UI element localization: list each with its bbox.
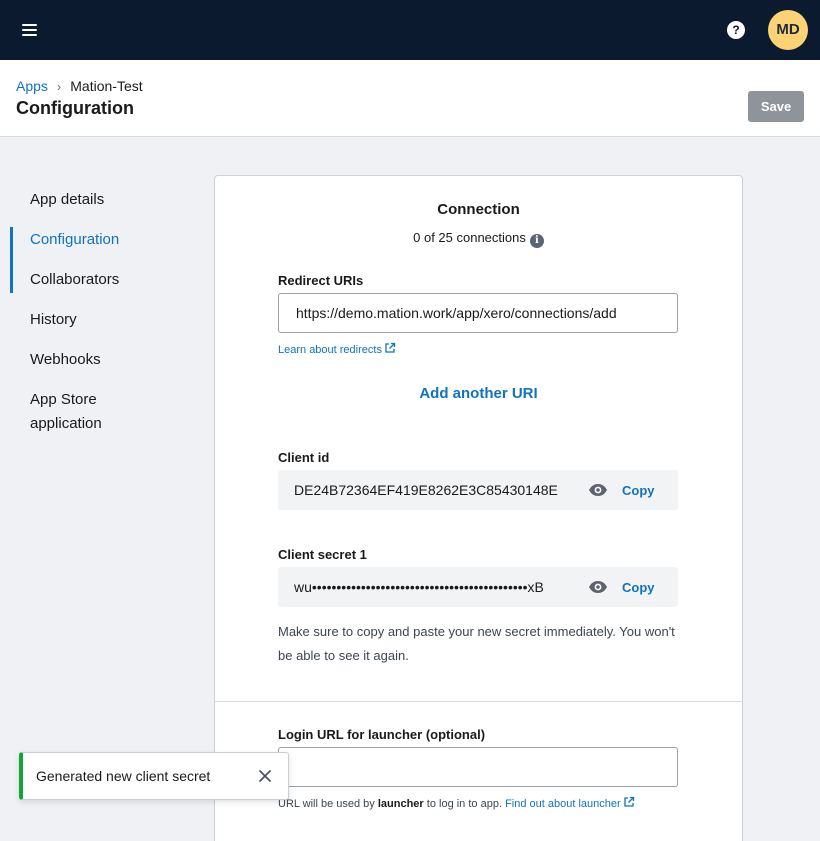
question-circle-icon[interactable]: ? xyxy=(727,21,745,39)
breadcrumb-separator: › xyxy=(56,78,62,94)
add-another-uri-button[interactable]: Add another URI xyxy=(215,385,742,402)
top-navigation-bar: ? MD xyxy=(0,0,820,60)
launcher-help-prefix: URL will be used by xyxy=(278,798,378,810)
client-id-value: DE24B72364EF419E8262E3C85430148E xyxy=(294,482,558,498)
launcher-help-bold: launcher xyxy=(377,798,424,810)
sidebar-item-configuration[interactable]: Configuration xyxy=(0,227,120,293)
client-secret-field: wu••••••••••••••••••••••••••••••••••••••… xyxy=(278,567,678,607)
sidebar-item-app-details[interactable]: App details xyxy=(0,188,120,212)
launcher-url-label: Login URL for launcher (optional) xyxy=(278,727,486,742)
eye-icon[interactable] xyxy=(588,482,608,498)
launcher-help-text: URL will be used by launcher to log in t… xyxy=(278,796,635,810)
external-link-icon xyxy=(385,342,396,353)
eye-icon[interactable] xyxy=(588,579,608,595)
configuration-card: Connection 0 of 25 connections i Redirect… xyxy=(214,175,743,841)
redirect-uris-label: Redirect URIs xyxy=(278,273,364,288)
success-toast: Generated new client secret xyxy=(19,752,289,800)
save-button[interactable]: Save xyxy=(748,91,804,122)
learn-about-redirects-label: Learn about redirects xyxy=(278,344,382,356)
sidebar-item-collaborators[interactable]: Collaborators xyxy=(0,268,120,292)
client-id-field: DE24B72364EF419E8262E3C85430148E Copy xyxy=(278,470,678,510)
copy-client-id-button[interactable]: Copy xyxy=(622,483,655,498)
client-id-label: Client id xyxy=(278,450,330,465)
toast-message: Generated new client secret xyxy=(36,768,211,784)
info-circle-icon[interactable]: i xyxy=(529,234,544,248)
sidebar-nav: App details Configuration Collaborators … xyxy=(0,188,200,452)
client-secret-label: Client secret 1 xyxy=(278,547,367,562)
launcher-url-input[interactable] xyxy=(278,747,678,787)
close-icon[interactable] xyxy=(258,769,272,783)
breadcrumb-apps-link[interactable]: Apps xyxy=(16,78,48,94)
breadcrumb-current: Mation-Test xyxy=(70,78,143,94)
connection-title: Connection xyxy=(437,201,520,218)
redirect-uri-input[interactable] xyxy=(278,293,678,333)
page-title: Configuration xyxy=(16,98,134,118)
connection-count: 0 of 25 connections i xyxy=(215,230,742,248)
breadcrumb: Apps › Mation-Test xyxy=(16,78,143,94)
sidebar-item-webhooks[interactable]: Webhooks xyxy=(0,348,120,372)
find-out-about-launcher-link[interactable]: Find out about launcher xyxy=(505,798,621,810)
sidebar-item-app-store-application[interactable]: App Store application xyxy=(0,388,120,436)
launcher-help-middle: to log in to app. xyxy=(423,798,506,810)
external-link-icon[interactable] xyxy=(623,796,635,808)
connection-count-text: 0 of 25 connections xyxy=(413,230,526,245)
client-secret-value: wu••••••••••••••••••••••••••••••••••••••… xyxy=(294,579,544,595)
learn-about-redirects-link[interactable]: Learn about redirects xyxy=(278,342,396,356)
copy-client-secret-button[interactable]: Copy xyxy=(622,580,655,595)
hamburger-menu-icon[interactable] xyxy=(18,20,42,40)
section-divider xyxy=(215,701,742,702)
secret-warning-note: Make sure to copy and paste your new sec… xyxy=(278,624,675,663)
page-header: Apps › Mation-Test Configuration Save xyxy=(0,60,820,137)
avatar[interactable]: MD xyxy=(768,10,808,50)
sidebar-item-history[interactable]: History xyxy=(0,308,120,332)
